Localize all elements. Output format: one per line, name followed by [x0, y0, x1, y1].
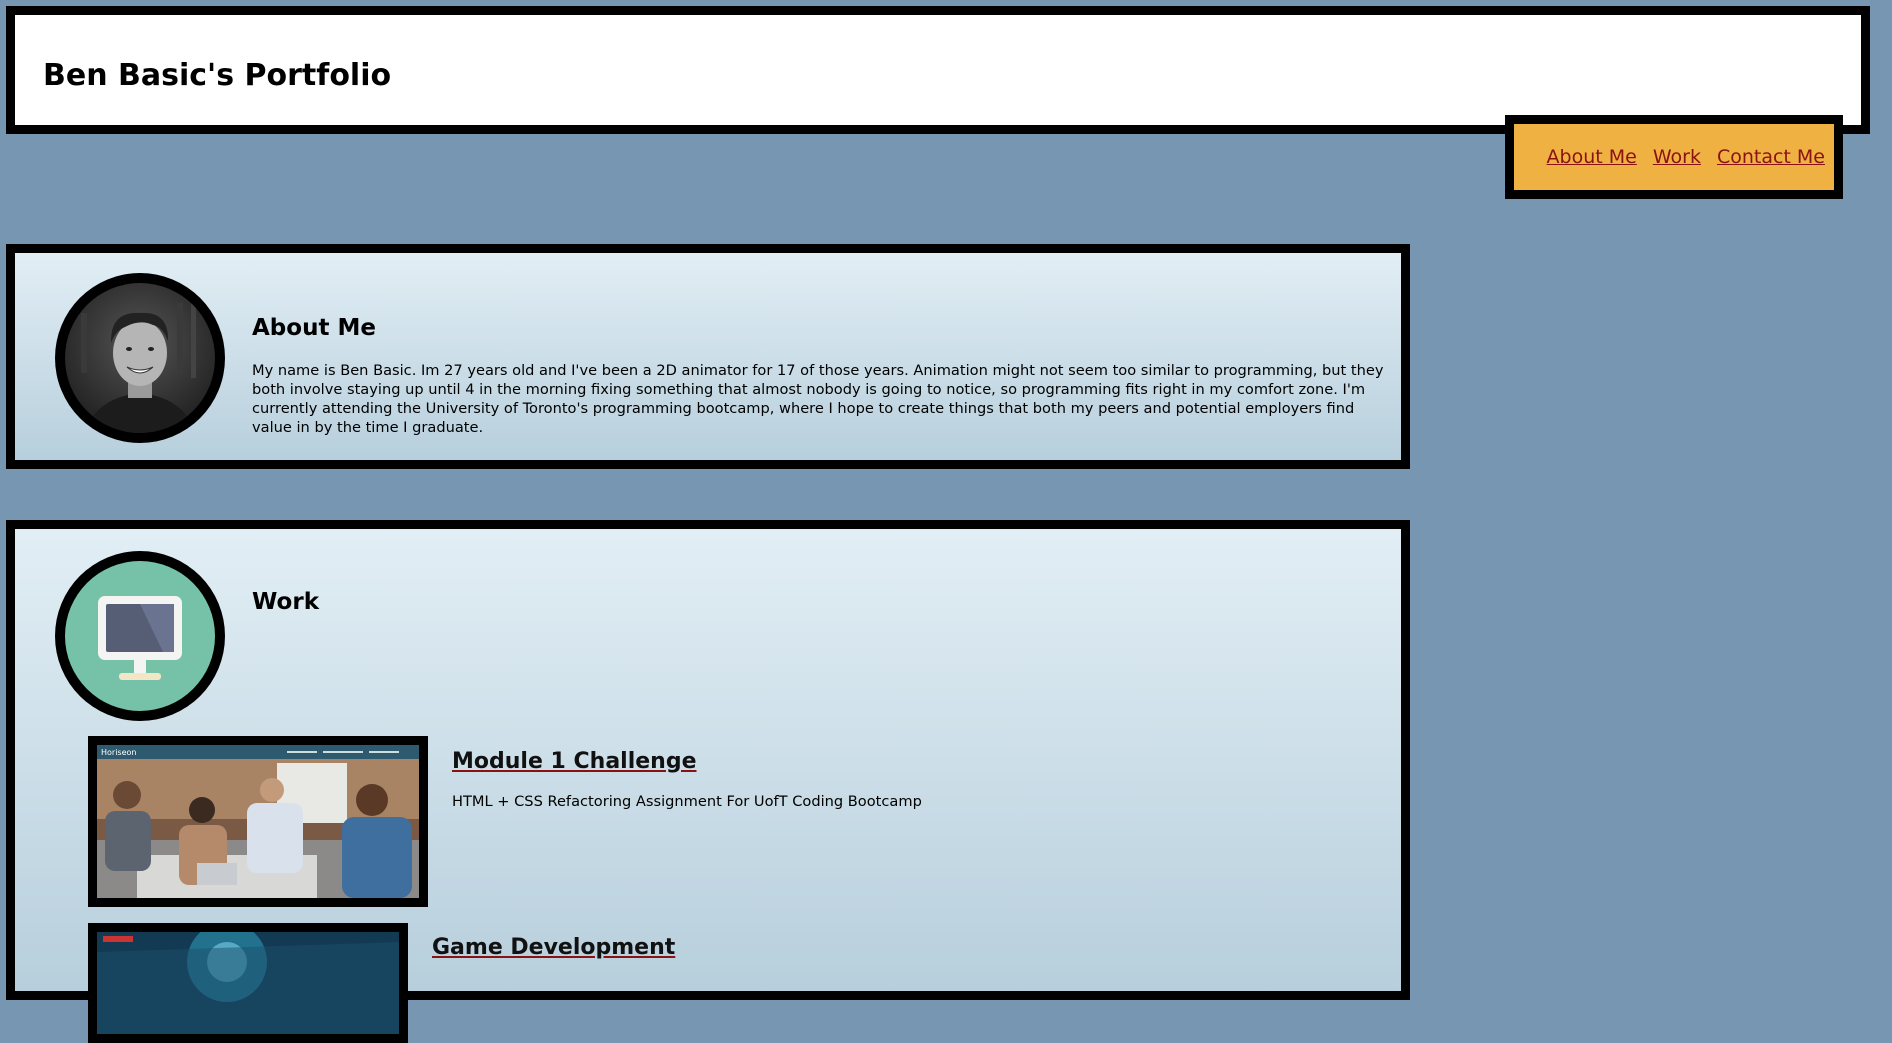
about-heading: About Me: [252, 315, 376, 341]
about-text: My name is Ben Basic. Im 27 years old an…: [252, 362, 1384, 436]
project-link-module-1[interactable]: Module 1 Challenge: [452, 749, 697, 774]
work-icon-badge: [55, 551, 225, 721]
avatar: [55, 273, 225, 443]
project-link-game-development[interactable]: Game Development: [432, 935, 675, 960]
site-title: Ben Basic's Portfolio: [43, 58, 392, 93]
thumb-brand: Horiseon: [101, 748, 136, 757]
nav-link-contact-me[interactable]: Contact Me: [1717, 146, 1825, 168]
horiseon-screenshot: Horiseon: [97, 745, 419, 898]
computer-monitor-icon: [65, 561, 215, 711]
project-thumbnail[interactable]: Horiseon: [88, 736, 428, 907]
work-section: Work Horiseon Module 1 Challenge HTML + …: [6, 520, 1410, 1043]
nav-link-work[interactable]: Work: [1653, 146, 1701, 168]
game-screenshot: [97, 932, 399, 1034]
about-section: About Me My name is Ben Basic. Im 27 yea…: [6, 244, 1410, 469]
nav-link-about-me[interactable]: About Me: [1547, 146, 1637, 168]
project-thumbnail[interactable]: [88, 923, 408, 1043]
portrait-photo: [65, 283, 215, 433]
project-description: HTML + CSS Refactoring Assignment For Uo…: [452, 793, 922, 810]
work-heading: Work: [252, 589, 319, 615]
main-nav: About Me Work Contact Me: [1505, 115, 1843, 199]
